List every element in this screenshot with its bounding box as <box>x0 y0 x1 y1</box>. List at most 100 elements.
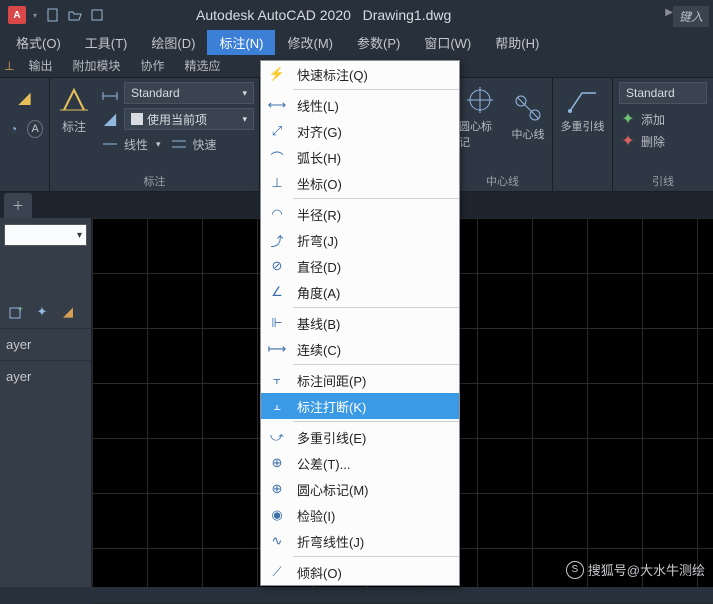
ribbon-tab[interactable]: 精选应 <box>175 53 231 78</box>
menu-绘图[interactable]: 绘图(D) <box>139 30 207 55</box>
menu-item[interactable]: ⊕ 圆心标记(M) <box>261 476 459 502</box>
layer-states-icon[interactable]: ◢ <box>58 302 78 322</box>
menu-item[interactable]: ⊥坐标(O) <box>261 170 459 196</box>
save-icon[interactable] <box>90 8 104 22</box>
menu-窗口[interactable]: 窗口(W) <box>412 30 483 55</box>
sidebar-palette: ▾ + ✦ ◢ ayerayer <box>0 218 92 587</box>
menu-item[interactable]: ⤻ 多重引线(E) <box>261 424 459 450</box>
sidebar-combo[interactable]: ▾ <box>4 224 87 246</box>
letter-a-icon[interactable]: A <box>27 120 43 138</box>
menu-工具[interactable]: 工具(T) <box>73 30 140 55</box>
menu-item-label: 弧长(H) <box>297 148 341 167</box>
menu-参数[interactable]: 参数(P) <box>345 30 412 55</box>
dimension-icon[interactable] <box>56 82 92 118</box>
menu-item[interactable]: ⤢ 对齐(G) <box>261 118 459 144</box>
menu-格式[interactable]: 格式(O) <box>4 30 73 55</box>
menu-item-icon: ⟋ <box>265 562 289 582</box>
menu-item-icon: ◉ <box>265 505 289 525</box>
panel-center-label: 中心线 <box>453 173 552 189</box>
dim-style-combo[interactable]: Standard▾ <box>124 82 254 104</box>
menu-item[interactable]: ⟼连续(C) <box>261 336 459 362</box>
menu-item[interactable]: ⫠ 标注打断(K) <box>261 393 459 419</box>
dimension-menu: ⚡快速标注(Q) ⟷线性(L) ⤢ 对齐(G) ⌒弧长(H)⊥坐标(O) ◠半径(R)⤴折… <box>260 60 460 586</box>
panel-dim-label: 标注 <box>50 173 259 189</box>
menu-item-label: 圆心标记(M) <box>297 480 369 499</box>
menu-item-icon: ⊘ <box>265 256 289 276</box>
layer-item[interactable]: ayer <box>0 328 91 360</box>
menu-item-label: 倾斜(O) <box>297 563 342 582</box>
menu-帮助[interactable]: 帮助(H) <box>483 30 551 55</box>
menu-item[interactable]: ⌒弧长(H) <box>261 144 459 170</box>
linear-label[interactable]: 线性 <box>124 136 148 153</box>
ribbon-tab[interactable]: 输出 <box>18 53 62 78</box>
menu-item-icon: ⊕ <box>265 479 289 499</box>
dim-label: 标注 <box>62 118 86 135</box>
menu-item[interactable]: ⊕公差(T)... <box>261 450 459 476</box>
menu-item-icon: ⟼ <box>265 339 289 359</box>
remove-leader-icon[interactable]: ✦ <box>619 132 637 150</box>
linear-dim-icon[interactable] <box>100 134 120 154</box>
menu-item[interactable]: ⤴折弯(J) <box>261 227 459 253</box>
watermark: S 搜狐号@大水牛测绘 <box>566 560 705 579</box>
menu-item[interactable]: ⊩基线(B) <box>261 310 459 336</box>
mleader-icon[interactable] <box>565 82 601 118</box>
menu-item-label: 对齐(G) <box>297 122 342 141</box>
menu-item-icon: ⊥ <box>265 173 289 193</box>
menu-item-icon: ∠ <box>265 282 289 302</box>
mleader-style-combo[interactable]: Standard <box>619 82 707 104</box>
new-icon[interactable] <box>46 8 60 22</box>
use-current-combo[interactable]: 使用当前项▾ <box>124 108 254 130</box>
freeze-layer-icon[interactable]: ✦ <box>32 302 52 322</box>
match-layer-icon[interactable]: ◔ <box>6 120 21 138</box>
menu-item[interactable]: ◉检验(I) <box>261 502 459 528</box>
menu-item-icon: ⟷ <box>265 95 289 115</box>
qat-icons <box>44 8 106 22</box>
menu-item[interactable]: ⚡快速标注(Q) <box>261 61 459 87</box>
menu-item[interactable]: ⟷线性(L) <box>261 92 459 118</box>
menu-item[interactable]: ⟋ 倾斜(O) <box>261 559 459 585</box>
menu-item[interactable]: ◠半径(R) <box>261 201 459 227</box>
menu-item-label: 标注打断(K) <box>297 397 366 416</box>
menu-item[interactable]: ⫟ 标注间距(P) <box>261 367 459 393</box>
menu-item-label: 快速标注(Q) <box>297 65 368 84</box>
new-drawing-tab[interactable]: ＋ <box>4 193 32 218</box>
svg-text:+: + <box>18 304 23 314</box>
menu-item-icon: ⤴ <box>265 230 289 250</box>
ribbon-tab[interactable]: 协作 <box>130 53 174 78</box>
menu-修改[interactable]: 修改(M) <box>275 30 345 55</box>
menu-item-icon: ⫟ <box>265 370 289 390</box>
menu-item[interactable]: ∠角度(A) <box>261 279 459 305</box>
add-leader-icon[interactable]: ✦ <box>619 110 637 128</box>
keyboard-hint: 键入 <box>673 6 709 27</box>
layer-item[interactable]: ayer <box>0 360 91 392</box>
menu-item-icon: ⤢ <box>265 121 289 141</box>
menu-item-label: 多重引线(E) <box>297 428 366 447</box>
menu-item-icon: ∿ <box>265 531 289 551</box>
play-icon[interactable]: ▶ <box>665 7 673 18</box>
menu-标注[interactable]: 标注(N) <box>207 30 275 55</box>
menubar: 格式(O)工具(T)绘图(D)标注(N)修改(M)参数(P)窗口(W)帮助(H) <box>0 30 713 54</box>
ribbon-tab[interactable]: 附加模块 <box>62 53 130 78</box>
dim-layer-icon[interactable]: ◢ <box>100 109 120 129</box>
menu-item-icon: ⊩ <box>265 313 289 333</box>
open-icon[interactable] <box>68 8 82 22</box>
menu-item[interactable]: ⊘直径(D) <box>261 253 459 279</box>
quick-label[interactable]: 快速 <box>193 136 217 153</box>
centerline-icon[interactable] <box>510 90 546 126</box>
qat-dropdown-icon[interactable]: ▾ <box>33 11 37 20</box>
new-layer-icon[interactable]: + <box>6 302 26 322</box>
menu-item-label: 标注间距(P) <box>297 371 366 390</box>
quick-dim-icon[interactable] <box>169 134 189 154</box>
center-mark-icon[interactable] <box>462 82 498 118</box>
panel-leader-label: 引线 <box>613 173 713 189</box>
layer-properties-button[interactable]: ◢ <box>6 82 43 114</box>
app-logo[interactable]: A <box>8 6 26 24</box>
dim-style-icon[interactable] <box>100 83 120 103</box>
menu-item-icon: ⫠ <box>265 396 289 416</box>
menu-item-icon: ⤻ <box>265 427 289 447</box>
menu-item[interactable]: ∿折弯线性(J) <box>261 528 459 554</box>
sohu-logo-icon: S <box>566 561 584 579</box>
app-title: Autodesk AutoCAD 2020 Drawing1.dwg <box>196 7 451 23</box>
menu-item-icon: ⊕ <box>265 453 289 473</box>
menu-item-label: 半径(R) <box>297 205 341 224</box>
